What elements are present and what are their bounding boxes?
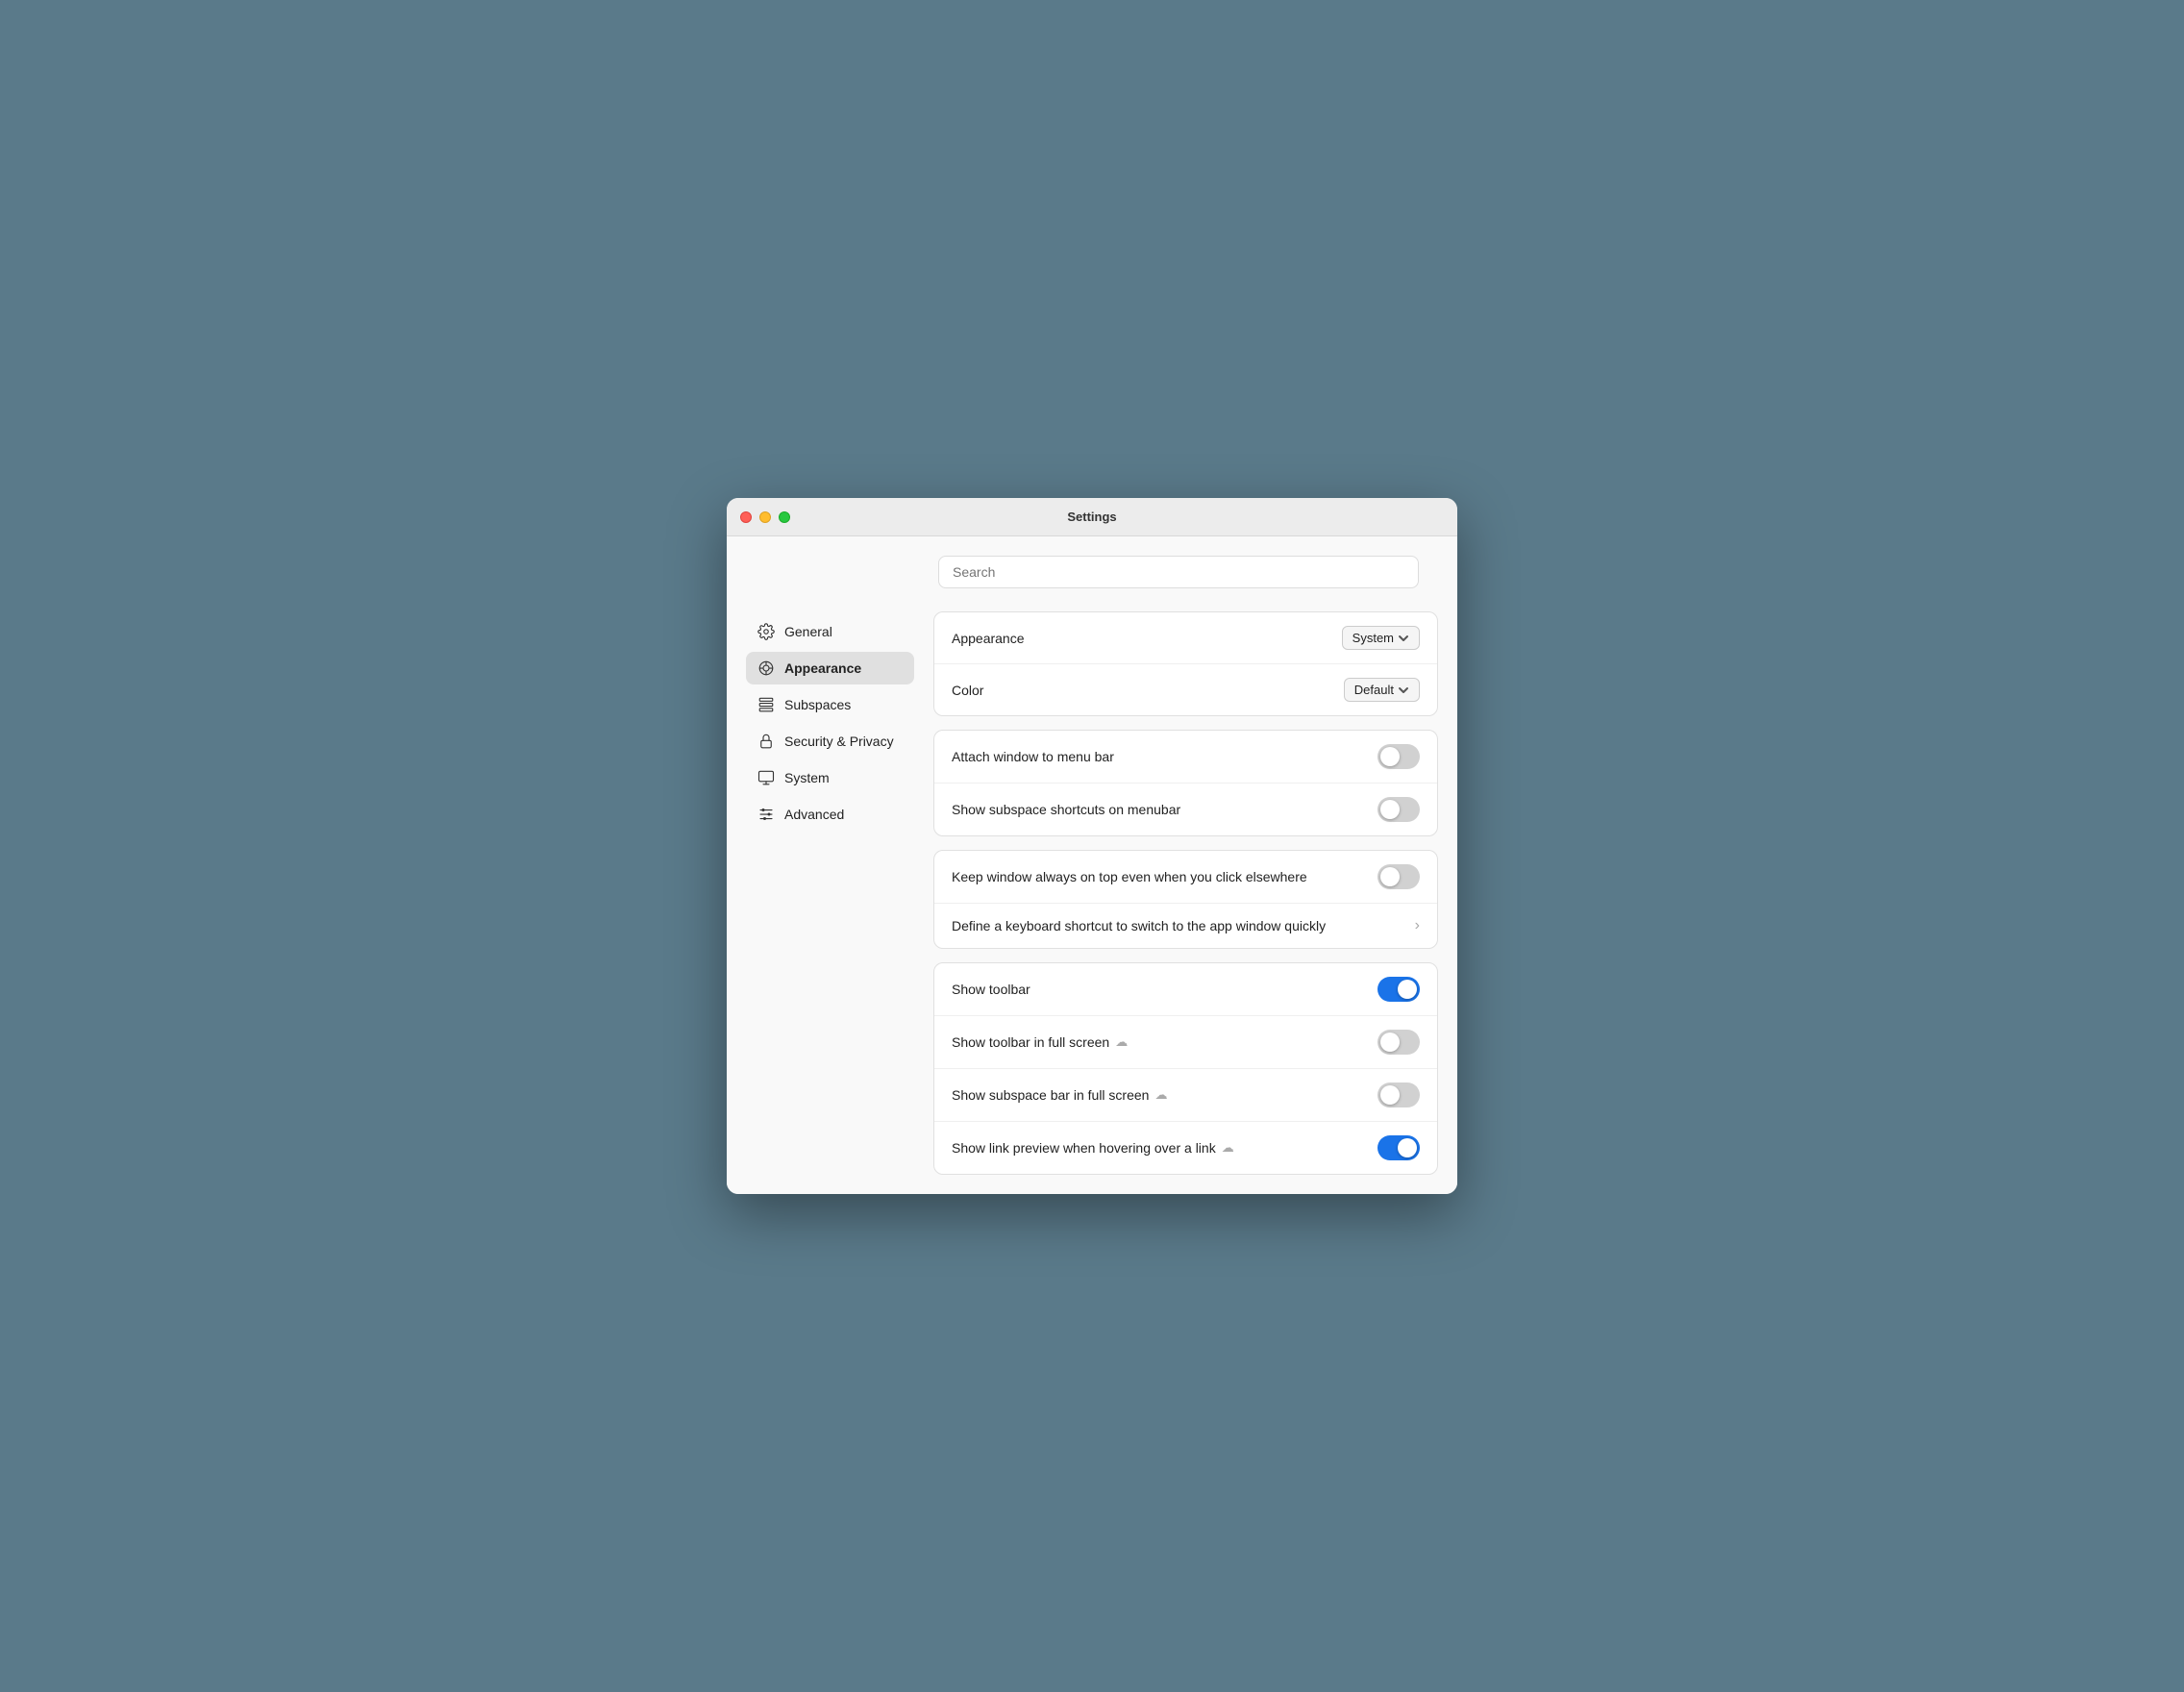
sidebar-item-system[interactable]: System <box>746 761 914 794</box>
cloud-icon: ☁ <box>1115 1034 1128 1050</box>
subspace-fullscreen-label: Show subspace bar in full screen ☁ <box>952 1087 1167 1103</box>
window-behavior-card: Keep window always on top even when you … <box>933 850 1438 949</box>
subspace-shortcuts-row: Show subspace shortcuts on menubar <box>934 784 1437 835</box>
sidebar: General Appearance Subspaces <box>746 611 914 1175</box>
color-row: Color Default <box>934 664 1437 715</box>
search-bar-wrap <box>746 556 1438 588</box>
show-toolbar-label: Show toolbar <box>952 982 1030 997</box>
window-body: General Appearance Subspaces <box>727 536 1457 1194</box>
color-select-value: Default <box>1354 683 1394 697</box>
subspace-fullscreen-row: Show subspace bar in full screen ☁ <box>934 1069 1437 1122</box>
appearance-select[interactable]: System <box>1342 626 1420 650</box>
subspace-shortcuts-toggle[interactable] <box>1377 797 1420 822</box>
cloud-icon-3: ☁ <box>1222 1140 1234 1156</box>
sidebar-item-label-appearance: Appearance <box>784 660 861 676</box>
show-toolbar-row: Show toolbar <box>934 963 1437 1016</box>
toolbar-fullscreen-toggle-knob <box>1380 1033 1400 1052</box>
sidebar-item-label-security: Security & Privacy <box>784 734 894 749</box>
color-select[interactable]: Default <box>1344 678 1420 702</box>
titlebar: Settings <box>727 498 1457 536</box>
attach-window-toggle-knob <box>1380 747 1400 766</box>
sidebar-item-label-system: System <box>784 770 830 785</box>
attach-window-row: Attach window to menu bar <box>934 731 1437 784</box>
appearance-select-value: System <box>1353 631 1394 645</box>
show-toolbar-toggle-knob <box>1398 980 1417 999</box>
monitor-icon <box>757 769 775 786</box>
subspace-fullscreen-toggle[interactable] <box>1377 1082 1420 1107</box>
toolbar-card: Show toolbar Show toolbar in full screen… <box>933 962 1438 1175</box>
content-area: General Appearance Subspaces <box>746 611 1438 1175</box>
appearance-row: Appearance System <box>934 612 1437 664</box>
link-preview-toggle[interactable] <box>1377 1135 1420 1160</box>
show-toolbar-toggle[interactable] <box>1377 977 1420 1002</box>
sidebar-item-label-advanced: Advanced <box>784 807 844 822</box>
link-preview-toggle-knob <box>1398 1138 1417 1157</box>
toolbar-fullscreen-label: Show toolbar in full screen ☁ <box>952 1034 1128 1050</box>
toolbar-fullscreen-row: Show toolbar in full screen ☁ <box>934 1016 1437 1069</box>
appearance-color-card: Appearance System Color Default <box>933 611 1438 716</box>
gear-icon <box>757 623 775 640</box>
subspace-shortcuts-toggle-knob <box>1380 800 1400 819</box>
sidebar-item-general[interactable]: General <box>746 615 914 648</box>
toolbar-fullscreen-toggle[interactable] <box>1377 1030 1420 1055</box>
sidebar-item-label-subspaces: Subspaces <box>784 697 851 712</box>
attach-window-toggle[interactable] <box>1377 744 1420 769</box>
minimize-button[interactable] <box>759 511 771 523</box>
sliders-icon <box>757 806 775 823</box>
chevron-right-icon: › <box>1415 917 1420 934</box>
keyboard-shortcut-row[interactable]: Define a keyboard shortcut to switch to … <box>934 904 1437 948</box>
appearance-icon <box>757 659 775 677</box>
window-title: Settings <box>1067 510 1116 524</box>
sidebar-item-advanced[interactable]: Advanced <box>746 798 914 831</box>
sidebar-item-appearance[interactable]: Appearance <box>746 652 914 684</box>
settings-window: Settings General <box>727 498 1457 1194</box>
lock-icon <box>757 733 775 750</box>
search-input[interactable] <box>938 556 1419 588</box>
always-on-top-row: Keep window always on top even when you … <box>934 851 1437 904</box>
maximize-button[interactable] <box>779 511 790 523</box>
always-on-top-toggle-knob <box>1380 867 1400 886</box>
color-label: Color <box>952 683 983 698</box>
always-on-top-label: Keep window always on top even when you … <box>952 869 1307 884</box>
cloud-icon-2: ☁ <box>1154 1087 1167 1103</box>
subspaces-icon <box>757 696 775 713</box>
sidebar-item-security[interactable]: Security & Privacy <box>746 725 914 758</box>
close-button[interactable] <box>740 511 752 523</box>
link-preview-label: Show link preview when hovering over a l… <box>952 1140 1234 1156</box>
main-content: Appearance System Color Default <box>933 611 1438 1175</box>
keyboard-shortcut-label: Define a keyboard shortcut to switch to … <box>952 918 1326 933</box>
traffic-lights <box>740 511 790 523</box>
sidebar-item-label-general: General <box>784 624 832 639</box>
sidebar-item-subspaces[interactable]: Subspaces <box>746 688 914 721</box>
subspace-shortcuts-label: Show subspace shortcuts on menubar <box>952 802 1180 817</box>
subspace-fullscreen-toggle-knob <box>1380 1085 1400 1105</box>
menubar-card: Attach window to menu bar Show subspace … <box>933 730 1438 836</box>
always-on-top-toggle[interactable] <box>1377 864 1420 889</box>
attach-window-label: Attach window to menu bar <box>952 749 1114 764</box>
appearance-label: Appearance <box>952 631 1025 646</box>
link-preview-row: Show link preview when hovering over a l… <box>934 1122 1437 1174</box>
